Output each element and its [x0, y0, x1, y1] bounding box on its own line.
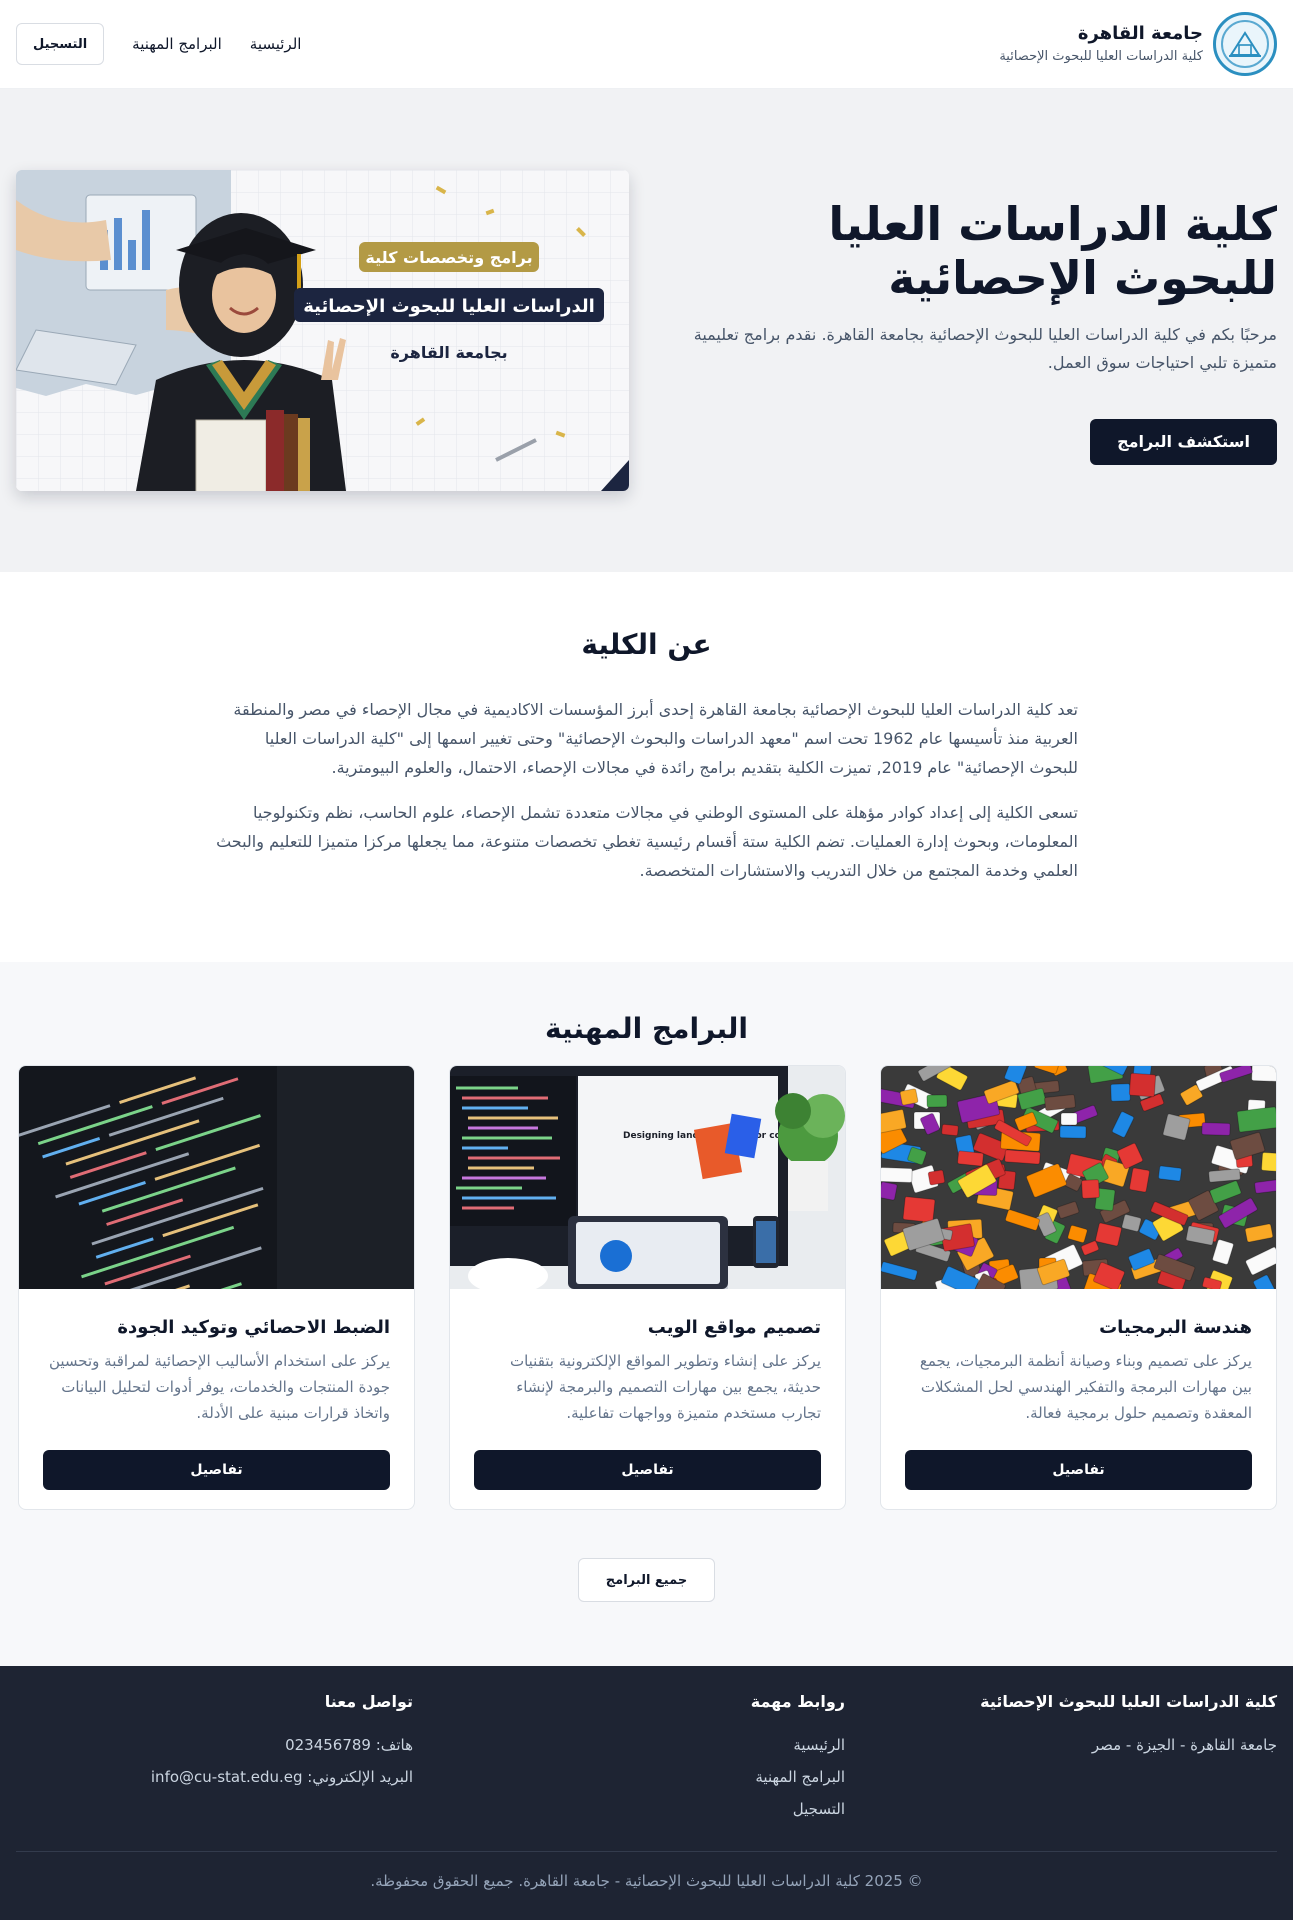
hero-section: كلية الدراسات العليا للبحوث الإحصائية مر… — [0, 89, 1293, 572]
lego-brick — [1158, 1165, 1182, 1182]
about-title: عن الكلية — [581, 628, 712, 661]
lego-brick — [1081, 1179, 1100, 1199]
copyright-text: © 2025 كلية الدراسات العليا للبحوث الإحص… — [370, 1872, 923, 1890]
nav-programs[interactable]: البرامج المهنية — [132, 35, 222, 53]
lego-brick — [1201, 1122, 1231, 1136]
lego-brick — [1261, 1151, 1276, 1173]
lego-brick — [1208, 1168, 1241, 1183]
all-programs-button[interactable]: جميع البرامج — [578, 1558, 715, 1602]
footer-email[interactable]: البريد الإلكتروني: info@cu-stat.edu.eg — [16, 1761, 413, 1793]
lego-brick — [899, 1088, 919, 1106]
about-section: عن الكلية تعد كلية الدراسات العليا للبحو… — [0, 572, 1293, 962]
lego-brick — [902, 1196, 936, 1223]
lego-brick — [1236, 1106, 1276, 1133]
details-button[interactable]: تفاصيل — [43, 1450, 390, 1490]
hero-description: مرحبًا بكم في كلية الدراسات العليا للبحو… — [693, 324, 1277, 372]
brand-subtitle: كلية الدراسات العليا للبحوث الإحصائية — [999, 49, 1203, 64]
program-card: Designing landing pages for conversion — [449, 1065, 846, 1510]
web-design-image: Designing landing pages for conversion — [450, 1066, 845, 1289]
lego-brick — [881, 1181, 898, 1201]
lego-brick — [1162, 1113, 1191, 1141]
programs-section: البرامج المهنية هندسة البرمجيات يركز على… — [0, 962, 1293, 1666]
lego-brick — [1044, 1094, 1076, 1111]
card-title: الضبط الاحصائي وتوكيد الجودة — [117, 1317, 390, 1338]
site-header: جامعة القاهرة كلية الدراسات العليا للبحو… — [0, 0, 1293, 89]
card-title: هندسة البرمجيات — [1099, 1317, 1252, 1338]
lego-brick — [1110, 1083, 1131, 1102]
footer-phone: هاتف: 023456789 — [285, 1736, 413, 1754]
footer-link-programs[interactable]: البرامج المهنية — [448, 1761, 845, 1793]
explore-programs-button[interactable]: استكشف البرامج — [1090, 418, 1277, 465]
footer-link-register[interactable]: التسجيل — [448, 1793, 845, 1825]
banner-headline-text: الدراسات العليا للبحوث الإحصائية — [303, 296, 595, 317]
code-screen-image — [19, 1066, 414, 1289]
lego-brick — [1060, 1112, 1078, 1126]
program-card: الضبط الاحصائي وتوكيد الجودة يركز على اس… — [18, 1065, 415, 1510]
programs-title: البرامج المهنية — [544, 1012, 749, 1045]
brand-title: جامعة القاهرة — [1077, 23, 1203, 44]
about-paragraph: تعد كلية الدراسات العليا للبحوث الإحصائي… — [233, 700, 1078, 777]
lego-brick — [1128, 1072, 1157, 1098]
university-logo — [1213, 12, 1277, 76]
lego-brick — [927, 1169, 946, 1186]
hero-banner-image: برامج وتخصصات كلية الدراسات العليا للبحو… — [16, 170, 629, 491]
lego-brick — [941, 1123, 959, 1137]
details-button[interactable]: تفاصيل — [474, 1450, 821, 1490]
banner-tagline-text: بجامعة القاهرة — [390, 343, 507, 362]
about-paragraph: تسعى الكلية إلى إعداد كوادر مؤهلة على ال… — [216, 803, 1078, 880]
footer-contact: تواصل معنا هاتف: 023456789 البريد الإلكت… — [16, 1692, 413, 1825]
footer-links-title: روابط مهمة — [750, 1692, 845, 1711]
lego-brick — [926, 1094, 948, 1108]
banner-badge-text: برامج وتخصصات كلية — [365, 248, 532, 267]
lego-brick — [1129, 1167, 1150, 1193]
footer-link-home[interactable]: الرئيسية — [448, 1729, 845, 1761]
lego-brick — [1059, 1125, 1087, 1139]
lego-brick — [1004, 1149, 1041, 1165]
hero-title: كلية الدراسات العليا للبحوث الإحصائية — [828, 196, 1277, 305]
footer-contact-title: تواصل معنا — [324, 1692, 413, 1711]
main-nav: الرئيسية البرامج المهنية التسجيل — [16, 23, 301, 65]
lego-brick — [957, 1150, 984, 1167]
brand[interactable]: جامعة القاهرة كلية الدراسات العليا للبحو… — [999, 12, 1277, 76]
footer-links: روابط مهمة الرئيسية البرامج المهنية التس… — [448, 1692, 845, 1825]
lego-brick — [881, 1167, 913, 1183]
card-description: يركز على تصميم وبناء وصيانة أنظمة البرمج… — [919, 1352, 1252, 1422]
details-button[interactable]: تفاصيل — [905, 1450, 1252, 1490]
lego-brick — [1251, 1066, 1276, 1082]
program-card: هندسة البرمجيات يركز على تصميم وبناء وصي… — [880, 1065, 1277, 1510]
footer-college-title: كلية الدراسات العليا للبحوث الإحصائية — [980, 1692, 1277, 1711]
footer-address: جامعة القاهرة - الجيزة - مصر — [1091, 1736, 1277, 1754]
card-title: تصميم مواقع الويب — [647, 1317, 821, 1338]
footer-divider — [16, 1851, 1277, 1852]
nav-home[interactable]: الرئيسية — [250, 35, 302, 53]
card-description: يركز على إنشاء وتطوير المواقع الإلكتروني… — [509, 1352, 821, 1422]
card-description: يركز على استخدام الأساليب الإحصائية لمرا… — [48, 1352, 390, 1422]
register-button[interactable]: التسجيل — [16, 23, 105, 65]
footer-about: كلية الدراسات العليا للبحوث الإحصائية جا… — [880, 1692, 1277, 1825]
building-blocks-image — [881, 1066, 1276, 1289]
site-footer: كلية الدراسات العليا للبحوث الإحصائية جا… — [0, 1666, 1293, 1920]
